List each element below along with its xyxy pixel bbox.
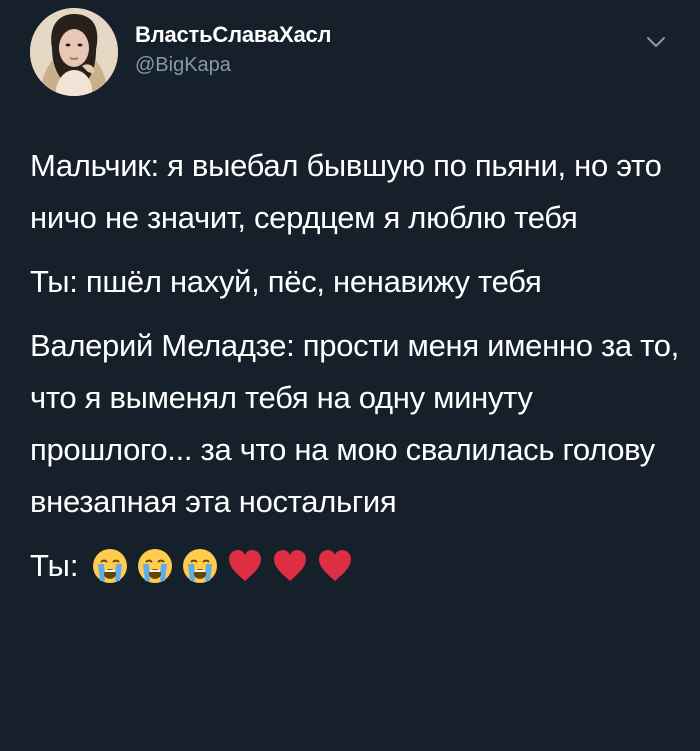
final-line-prefix: Ты: [30, 548, 79, 583]
tweet-paragraph: Ты: пшёл нахуй, пёс, ненавижу тебя [30, 264, 542, 299]
tweet-header: ВластьСлаваХасл @BigKapa [30, 8, 680, 98]
crying-face-icon [136, 547, 174, 585]
tweet-body: Мальчик: я выебал бывшую по пьяни, но эт… [30, 140, 680, 592]
chevron-down-icon[interactable] [644, 30, 668, 54]
crying-face-icon [91, 547, 129, 585]
display-name[interactable]: ВластьСлаваХасл [135, 22, 332, 48]
avatar-image [30, 8, 118, 96]
tweet-final-line: Ты: [30, 540, 680, 592]
tweet-paragraph: Мальчик: я выебал бывшую по пьяни, но эт… [30, 148, 662, 235]
red-heart-icon [226, 547, 264, 585]
user-handle[interactable]: @BigKapa [135, 52, 331, 78]
red-heart-icon [316, 547, 354, 585]
avatar[interactable] [30, 8, 118, 96]
red-heart-icon [271, 547, 309, 585]
author-names: ВластьСлаваХасл @BigKapa [135, 22, 332, 78]
crying-face-icon [181, 547, 219, 585]
tweet-paragraph: Валерий Меладзе: прости меня именно за т… [30, 328, 679, 519]
